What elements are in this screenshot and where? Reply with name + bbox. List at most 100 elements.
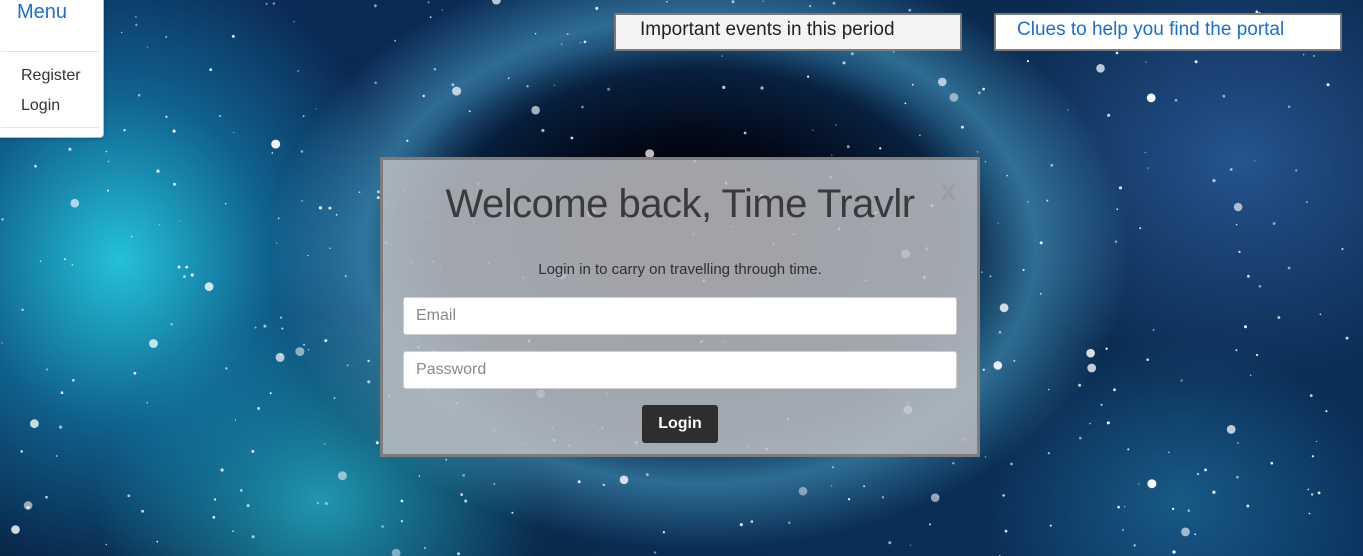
- star: [1272, 222, 1276, 225]
- star: [570, 136, 574, 140]
- star: [30, 419, 39, 429]
- star: [850, 52, 854, 56]
- close-icon[interactable]: X: [941, 180, 956, 206]
- star: [293, 21, 295, 23]
- star: [70, 198, 80, 208]
- star: [23, 501, 33, 510]
- star: [424, 547, 426, 549]
- important-events-button[interactable]: Important events in this period: [614, 13, 962, 51]
- star: [812, 129, 814, 131]
- star: [607, 87, 611, 91]
- star: [263, 324, 267, 328]
- login-modal: Welcome back, Time Travlr X Login in to …: [380, 157, 980, 457]
- star: [1026, 60, 1029, 63]
- star: [553, 84, 556, 87]
- star: [1116, 208, 1118, 210]
- star: [328, 206, 332, 210]
- star: [68, 147, 72, 151]
- star: [842, 61, 846, 65]
- star: [1144, 151, 1147, 154]
- menu-title[interactable]: Menu: [17, 1, 67, 24]
- star: [1194, 533, 1196, 535]
- star: [21, 308, 24, 312]
- star: [344, 275, 347, 278]
- password-field[interactable]: [403, 351, 957, 389]
- star: [831, 154, 833, 156]
- menu-item-register[interactable]: Register: [21, 67, 81, 85]
- star: [277, 217, 280, 220]
- star: [1341, 247, 1344, 251]
- star: [1049, 524, 1052, 527]
- portal-clues-button[interactable]: Clues to help you find the portal: [994, 13, 1342, 51]
- star: [583, 40, 587, 44]
- star: [1277, 316, 1281, 319]
- star: [1258, 285, 1262, 288]
- star: [300, 150, 304, 153]
- star: [1311, 455, 1314, 458]
- star: [1010, 462, 1013, 466]
- star: [170, 323, 173, 326]
- star: [156, 169, 160, 173]
- star: [1133, 544, 1136, 547]
- star: [297, 70, 300, 72]
- star: [526, 85, 529, 88]
- star: [177, 265, 181, 269]
- star: [422, 94, 425, 98]
- star: [1113, 388, 1116, 392]
- star: [452, 86, 462, 96]
- star: [1117, 505, 1120, 509]
- star: [750, 520, 754, 523]
- star: [929, 523, 931, 526]
- star: [492, 0, 501, 5]
- star: [930, 493, 940, 503]
- star: [722, 85, 726, 89]
- star: [381, 525, 384, 528]
- star: [1244, 325, 1247, 329]
- star: [982, 368, 985, 371]
- star: [265, 2, 268, 5]
- star: [269, 392, 272, 395]
- star: [107, 189, 109, 192]
- star: [1114, 240, 1118, 243]
- star: [131, 236, 133, 238]
- star: [315, 108, 317, 110]
- star: [333, 397, 336, 399]
- star: [1006, 174, 1008, 177]
- star: [302, 115, 305, 118]
- star: [1212, 179, 1216, 183]
- star: [807, 75, 810, 78]
- star: [346, 364, 349, 367]
- star: [303, 343, 305, 346]
- star: [960, 125, 964, 129]
- star: [938, 77, 947, 87]
- star: [45, 368, 49, 371]
- menu-divider: [1, 127, 99, 128]
- star: [20, 450, 24, 453]
- star: [301, 200, 303, 202]
- star: [1326, 83, 1330, 87]
- star: [146, 402, 148, 404]
- star: [280, 316, 282, 319]
- star: [232, 530, 234, 532]
- login-button[interactable]: Login: [642, 405, 718, 443]
- star: [105, 150, 108, 153]
- star: [445, 458, 448, 461]
- star: [468, 110, 471, 113]
- star: [374, 81, 377, 84]
- menu-item-login[interactable]: Login: [21, 97, 60, 115]
- star: [462, 474, 465, 477]
- star: [329, 247, 331, 250]
- star: [1089, 422, 1091, 425]
- star: [271, 152, 274, 154]
- email-field[interactable]: [403, 297, 957, 335]
- star: [324, 502, 328, 505]
- star: [1139, 227, 1142, 230]
- star: [1145, 61, 1147, 63]
- star: [1, 218, 4, 221]
- star: [1254, 160, 1256, 162]
- star: [55, 455, 58, 457]
- star: [577, 480, 581, 484]
- star: [1307, 488, 1309, 491]
- star: [1345, 336, 1349, 340]
- star: [760, 86, 764, 90]
